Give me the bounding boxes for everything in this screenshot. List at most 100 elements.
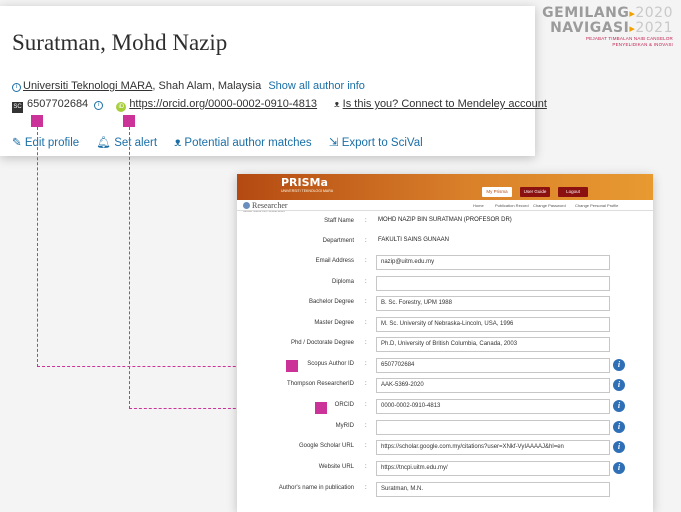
scopus-author-id-input[interactable]: 6507702684 [376, 358, 610, 373]
field-label: Diploma [331, 279, 354, 285]
orcid-connector-vertical [129, 127, 130, 409]
myrid-input[interactable] [376, 420, 610, 435]
email-input[interactable]: nazip@uitm.edu.my [376, 255, 610, 270]
nav-change-password[interactable]: Change Password [533, 203, 566, 208]
scopus-info-icon[interactable]: i [613, 359, 625, 371]
orcid-marker [123, 115, 135, 127]
field-website: Website URL: https://tncpi.uitm.edu.my/ … [237, 461, 653, 477]
staff-name-value: MOHD NAZIP BIN SURATMAN (PROFESOR DR) [378, 217, 512, 223]
potential-author-matches-button[interactable]: ᴥ Potential author matches [174, 137, 311, 149]
field-bachelor: Bachelor Degree: B. Sc. Forestry, UPM 19… [237, 296, 653, 312]
scopus-id-marker [31, 115, 43, 127]
orcid-field-marker [315, 402, 327, 414]
profile-actions-row: ✎ Edit profile 🔔︎ Set alert ᴥ Potential … [12, 135, 437, 149]
scopus-field-marker [286, 360, 298, 372]
field-label: MyRID [335, 423, 354, 429]
bachelor-input[interactable]: B. Sc. Forestry, UPM 1988 [376, 296, 610, 311]
field-diploma: Diploma: [237, 276, 653, 292]
author-name: Suratman, Mohd Nazip [12, 30, 228, 55]
field-colon: : [365, 258, 367, 264]
field-author-name-publication: Author's name in publication: Suratman, … [237, 482, 653, 498]
field-label: Master Degree [314, 320, 354, 326]
myrid-info-icon[interactable]: i [613, 421, 625, 433]
field-colon: : [365, 320, 367, 326]
logo-line1: GEMILANG [542, 5, 630, 21]
export-icon: ⇲ [328, 137, 339, 149]
scopus-connector-vertical [37, 127, 38, 367]
researcherid-input[interactable]: AAK-5369-2020 [376, 378, 610, 393]
nav-home[interactable]: Home [473, 203, 484, 208]
master-input[interactable]: M. Sc. University of Nebraska-Lincoln, U… [376, 317, 610, 332]
user-guide-button[interactable]: User Guide [520, 187, 550, 197]
potential-matches-label: Potential author matches [184, 137, 312, 149]
researcher-section-title: Researcher MOHD NAZIP BIN SURATMAN [243, 201, 288, 213]
bell-icon: 🔔︎ [96, 137, 111, 149]
logout-button[interactable]: Logout [558, 187, 588, 197]
field-label: ORCID [334, 402, 354, 408]
field-label: Google Scholar URL [298, 443, 354, 449]
field-master: Master Degree: M. Sc. University of Nebr… [237, 317, 653, 333]
orcid-icon: iD [116, 102, 127, 112]
institution-icon: i [12, 83, 21, 92]
website-input[interactable]: https://tncpi.uitm.edu.my/ [376, 461, 610, 476]
scopus-id-icon: SC [12, 102, 23, 113]
researcherid-info-icon[interactable]: i [613, 379, 625, 391]
nav-publication-record[interactable]: Publication Record [495, 203, 529, 208]
people-icon: ᴥ [174, 137, 182, 149]
orcid-input[interactable]: 0000-0002-0910-4813 [376, 399, 610, 414]
field-phd: Phd / Doctorate Degree: Ph.D, University… [237, 337, 653, 353]
prisma-researcher-window: PRISMa UNIVERSITI TEKNOLOGI MARA My Pris… [237, 174, 653, 512]
header-divider [237, 210, 653, 211]
field-colon: : [365, 423, 367, 429]
identifiers-row: SC 6507702684 i iD https://orcid.org/0000-… [12, 98, 547, 113]
field-colon: : [365, 279, 367, 285]
field-label: Department [322, 238, 354, 244]
website-info-icon[interactable]: i [613, 462, 625, 474]
field-scopus-author-id: Scopus Author ID: 6507702684 i [237, 358, 653, 374]
set-alert-button[interactable]: 🔔︎ Set alert [96, 137, 157, 149]
logo-sub2: PENYELIDIKAN & INOVASI [612, 42, 673, 47]
field-orcid: ORCID: 0000-0002-0910-4813 i [237, 399, 653, 415]
field-label: Author's name in publication [278, 485, 354, 491]
orcid-link[interactable]: https://orcid.org/0000-0002-0910-4813 [129, 98, 317, 110]
field-label: Bachelor Degree [308, 299, 354, 305]
mendeley-connect-link[interactable]: Is this you? Connect to Mendeley account [343, 98, 547, 110]
scopus-author-card: Suratman, Mohd Nazip i Universiti Teknolo… [0, 6, 547, 156]
logo-line1-year: 2020 [635, 5, 673, 21]
scopus-id-info-icon[interactable]: i [94, 101, 104, 110]
field-colon: : [365, 402, 367, 408]
logo-line2: NAVIGASI [550, 20, 630, 36]
field-label: Phd / Doctorate Degree [290, 340, 354, 346]
google-scholar-info-icon[interactable]: i [613, 441, 625, 453]
my-prisma-button[interactable]: My Prisma [482, 187, 512, 197]
field-colon: : [365, 381, 367, 387]
affiliation-row: i Universiti Teknologi MARA, Shah Alam, M… [12, 80, 365, 92]
edit-profile-button[interactable]: ✎ Edit profile [12, 137, 79, 149]
field-colon: : [365, 238, 367, 244]
affiliation-link[interactable]: Universiti Teknologi MARA [23, 80, 152, 92]
gemilang-navigasi-logo: GEMILANG▸2020 NAVIGASI▸2021 PEJABAT TIMB… [533, 6, 673, 52]
export-to-scival-button[interactable]: ⇲ Export to SciVal [329, 137, 423, 149]
field-label: Email Address [315, 258, 354, 264]
logo-line2-year: 2021 [635, 20, 673, 36]
field-colon: : [365, 299, 367, 305]
field-colon: : [365, 340, 367, 346]
field-myrid: MyRID: i [237, 420, 653, 436]
field-label: Thompson ResearcherID [286, 381, 354, 387]
field-colon: : [365, 218, 367, 224]
phd-input[interactable]: Ph.D, University of British Columbia, Ca… [376, 337, 610, 352]
orcid-info-icon[interactable]: i [613, 400, 625, 412]
edit-profile-label: Edit profile [24, 137, 80, 149]
diploma-input[interactable] [376, 276, 610, 291]
field-colon: : [365, 464, 367, 470]
nav-change-personal-profile[interactable]: Change Personal Profile [575, 203, 618, 208]
google-scholar-input[interactable]: https://scholar.google.com.my/citations?… [376, 440, 610, 455]
scopus-id: 6507702684 [27, 98, 89, 110]
field-thompson-researcherid: Thompson ResearcherID: AAK-5369-2020 i [237, 378, 653, 394]
researcher-icon [243, 202, 250, 209]
show-all-author-info-link[interactable]: Show all author info [268, 80, 365, 92]
field-email: Email Address: nazip@uitm.edu.my [237, 255, 653, 271]
export-label: Export to SciVal [341, 137, 423, 149]
publication-name-input[interactable]: Suratman, M.N. [376, 482, 610, 497]
field-colon: : [365, 361, 367, 367]
